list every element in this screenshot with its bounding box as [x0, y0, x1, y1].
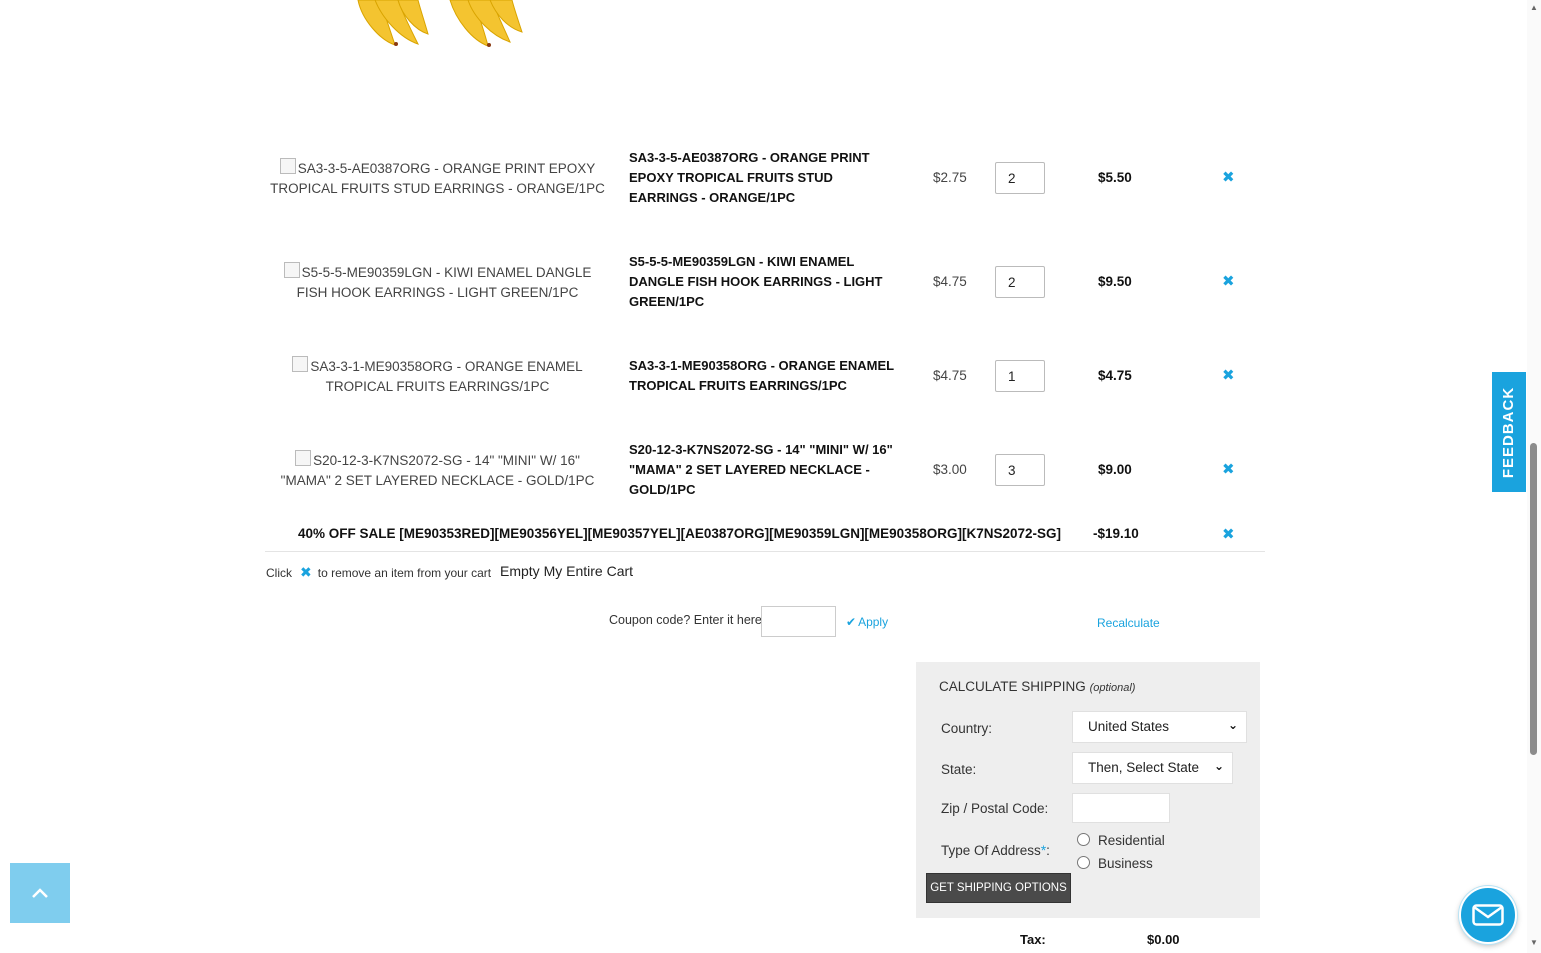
apply-label: Apply [858, 615, 889, 629]
shipping-title-text: CALCULATE SHIPPING [939, 679, 1086, 694]
product-name[interactable]: S5-5-5-ME90359LGN - KIWI ENAMEL DANGLE F… [629, 252, 897, 312]
shipping-calculator: CALCULATE SHIPPING (optional) Country: U… [916, 662, 1260, 918]
check-icon: ✔ [846, 615, 857, 629]
zip-input[interactable] [1072, 793, 1170, 823]
recalculate-link[interactable]: Recalculate [1097, 616, 1160, 630]
chevron-up-icon [32, 888, 48, 898]
business-radio[interactable]: Business [1077, 856, 1153, 871]
unit-price: $4.75 [933, 274, 967, 289]
residential-radio[interactable]: Residential [1077, 833, 1165, 848]
product-image-bananas [357, 0, 523, 47]
address-type-text: Type Of Address [941, 843, 1041, 858]
chat-button[interactable] [1459, 886, 1517, 944]
remove-item-icon[interactable]: ✖ [1222, 272, 1235, 290]
state-select[interactable]: Then, Select State ⌄ [1072, 752, 1233, 784]
product-thumbnail[interactable]: S5-5-5-ME90359LGN - KIWI ENAMEL DANGLE F… [270, 262, 605, 303]
quantity-input[interactable] [995, 162, 1045, 194]
discount-amount: -$19.10 [1093, 526, 1139, 541]
unit-price: $4.75 [933, 368, 967, 383]
remove-item-icon[interactable]: ✖ [1222, 366, 1235, 384]
cart-page: SA3-3-5-AE0387ORG - ORANGE PRINT EPOXY T… [0, 0, 1527, 953]
chevron-down-icon: ⌄ [1213, 759, 1224, 773]
broken-image-icon [283, 262, 300, 278]
feedback-tab[interactable]: FEEDBACK [1492, 372, 1526, 492]
product-thumbnail[interactable]: SA3-3-5-AE0387ORG - ORANGE PRINT EPOXY T… [270, 158, 605, 199]
residential-label: Residential [1098, 833, 1165, 848]
address-type-suffix: : [1046, 843, 1050, 858]
country-label: Country: [941, 721, 993, 736]
scroll-down-arrow-icon[interactable]: ▼ [1530, 938, 1538, 947]
state-label: State: [941, 762, 977, 777]
remove-discount-icon[interactable]: ✖ [1222, 525, 1235, 543]
shipping-title: CALCULATE SHIPPING (optional) [939, 679, 1135, 694]
address-type-label: Type Of Address*: [941, 843, 1050, 858]
radio-circle[interactable] [1077, 833, 1090, 846]
line-total: $9.50 [1098, 274, 1132, 289]
line-total: $4.75 [1098, 368, 1132, 383]
envelope-icon [1472, 904, 1504, 926]
broken-image-icon [295, 450, 312, 466]
remove-item-icon[interactable]: ✖ [1222, 168, 1235, 186]
product-name[interactable]: SA3-3-1-ME90358ORG - ORANGE ENAMEL TROPI… [629, 356, 897, 396]
product-name[interactable]: S20-12-3-K7NS2072-SG - 14" "MINI" W/ 16"… [629, 440, 897, 500]
quantity-input[interactable] [995, 454, 1045, 486]
discount-row: 40% OFF SALE [ME90353RED][ME90356YEL][ME… [265, 526, 1265, 552]
product-thumbnail-alt: S20-12-3-K7NS2072-SG - 14" "MINI" W/ 16"… [280, 453, 595, 488]
zip-label: Zip / Postal Code: [941, 801, 1049, 816]
country-value: United States [1088, 719, 1170, 734]
apply-coupon-link[interactable]: ✔ Apply [846, 615, 888, 629]
product-name[interactable]: SA3-3-5-AE0387ORG - ORANGE PRINT EPOXY T… [629, 148, 897, 208]
remove-hint-before: Click [266, 566, 292, 580]
radio-circle[interactable] [1077, 856, 1090, 869]
remove-hint: Click ✖ to remove an item from your cart [266, 564, 491, 581]
product-thumbnail-alt: S5-5-5-ME90359LGN - KIWI ENAMEL DANGLE F… [296, 265, 592, 300]
broken-image-icon [292, 356, 309, 372]
chevron-down-icon: ⌄ [1227, 718, 1238, 732]
unit-price: $3.00 [933, 462, 967, 477]
line-total: $5.50 [1098, 170, 1132, 185]
state-value: Then, Select State [1088, 760, 1200, 775]
product-thumbnail[interactable]: SA3-3-1-ME90358ORG - ORANGE ENAMEL TROPI… [270, 356, 605, 397]
remove-hint-after: to remove an item from your cart [317, 566, 492, 580]
quantity-input[interactable] [995, 266, 1045, 298]
coupon-label: Coupon code? Enter it here: [609, 613, 766, 627]
country-select[interactable]: United States ⌄ [1072, 711, 1247, 743]
scrollbar-thumb[interactable] [1530, 443, 1537, 755]
empty-cart-link[interactable]: Empty My Entire Cart [500, 563, 633, 579]
page-scrollbar[interactable]: ▲ ▼ [1527, 0, 1541, 953]
shipping-title-note: (optional) [1089, 682, 1136, 694]
remove-hint-x-icon: ✖ [300, 564, 312, 580]
coupon-input[interactable] [761, 606, 836, 637]
feedback-label: FEEDBACK [1500, 386, 1518, 478]
discount-label: 40% OFF SALE [ME90353RED][ME90356YEL][ME… [298, 526, 1062, 541]
product-thumbnail-alt: SA3-3-1-ME90358ORG - ORANGE ENAMEL TROPI… [310, 359, 583, 394]
scroll-up-arrow-icon[interactable]: ▲ [1530, 3, 1538, 12]
quantity-input[interactable] [995, 360, 1045, 392]
line-total: $9.00 [1098, 462, 1132, 477]
back-to-top-button[interactable] [10, 863, 70, 923]
product-thumbnail-alt: SA3-3-5-AE0387ORG - ORANGE PRINT EPOXY T… [270, 161, 605, 196]
tax-label: Tax: [1020, 932, 1046, 947]
tax-value: $0.00 [1147, 932, 1180, 947]
business-label: Business [1098, 856, 1153, 871]
broken-image-icon [279, 158, 296, 174]
unit-price: $2.75 [933, 170, 967, 185]
get-shipping-options-button[interactable]: GET SHIPPING OPTIONS [926, 873, 1071, 903]
remove-item-icon[interactable]: ✖ [1222, 460, 1235, 478]
product-thumbnail[interactable]: S20-12-3-K7NS2072-SG - 14" "MINI" W/ 16"… [270, 450, 605, 491]
